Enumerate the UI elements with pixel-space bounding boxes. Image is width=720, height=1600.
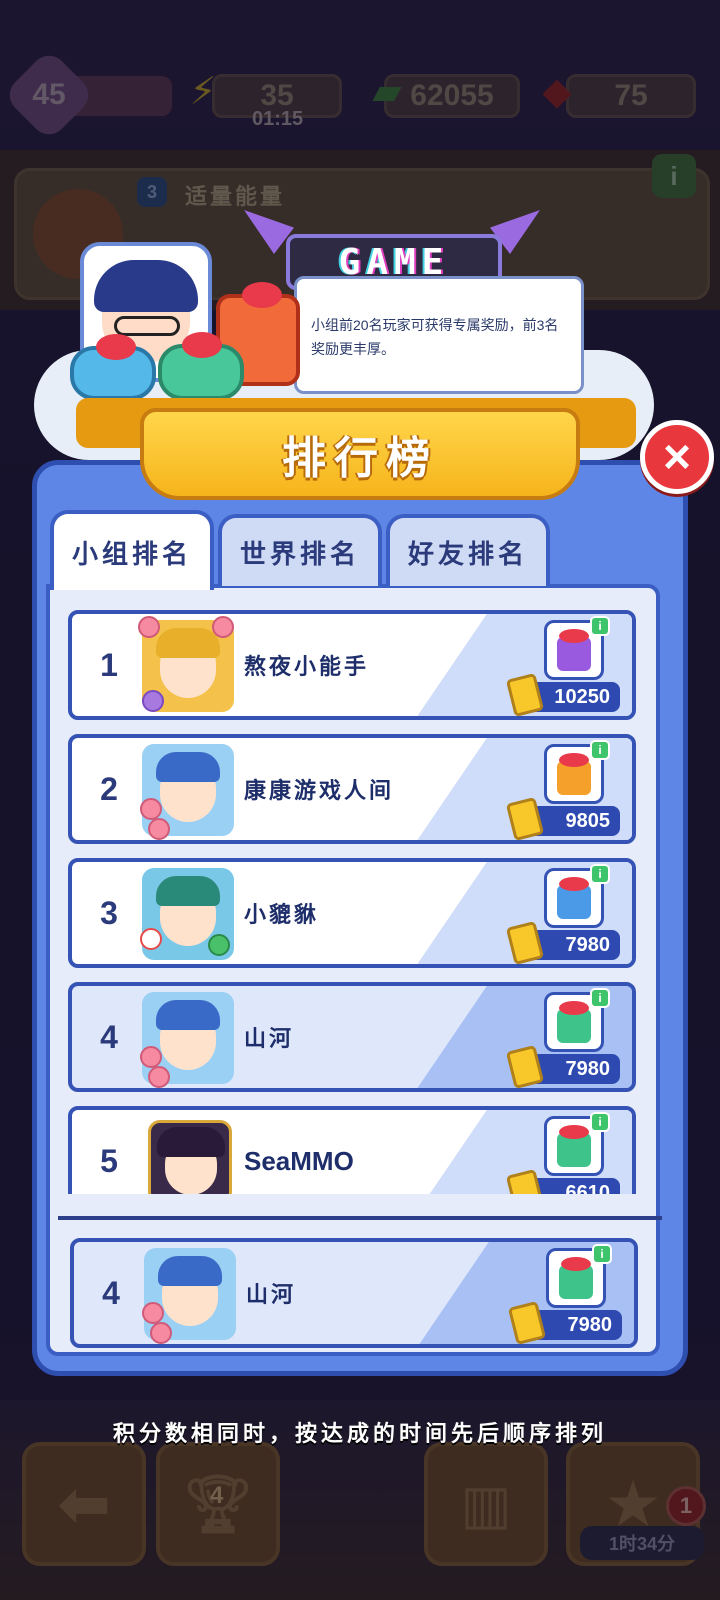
rank-number: 2 bbox=[100, 770, 118, 807]
bow-icon bbox=[559, 753, 589, 767]
avatar-hat bbox=[158, 1256, 222, 1286]
avatar-hair bbox=[157, 1127, 225, 1157]
avatar bbox=[140, 744, 234, 840]
info-icon[interactable]: i bbox=[590, 1112, 610, 1132]
player-name: 熬夜小能手 bbox=[244, 654, 370, 679]
bow-icon bbox=[559, 629, 589, 643]
tab-label: 小组排名 bbox=[71, 538, 192, 569]
close-button[interactable]: × bbox=[640, 420, 714, 494]
tab-label: 世界排名 bbox=[239, 538, 360, 569]
avatar-hat bbox=[156, 1000, 220, 1030]
player-name: 康康游戏人间 bbox=[244, 778, 395, 803]
my-ranking-row[interactable]: 4 山河 i 7980 bbox=[70, 1238, 638, 1348]
flower-icon bbox=[150, 1322, 172, 1344]
reward-info-bubble: 小组前20名玩家可获得专属奖励，前3名奖励更丰厚。 bbox=[294, 276, 584, 394]
ranking-row[interactable]: 1 熬夜小能手 i 10250 bbox=[68, 610, 636, 720]
ranking-row[interactable]: 5 SeaMMO i 6610 bbox=[68, 1106, 636, 1194]
watermelon-icon bbox=[208, 934, 230, 956]
grape-icon bbox=[142, 690, 164, 712]
rank-number: 4 bbox=[102, 1274, 120, 1311]
flower-icon bbox=[140, 798, 162, 820]
flower-icon bbox=[138, 616, 160, 638]
flower-icon bbox=[148, 818, 170, 840]
avatar bbox=[142, 1248, 236, 1344]
bow-icon bbox=[559, 1001, 589, 1015]
info-icon[interactable]: i bbox=[590, 616, 610, 636]
bow-icon bbox=[561, 1257, 591, 1271]
list-divider bbox=[58, 1216, 662, 1220]
bow-icon bbox=[559, 877, 589, 891]
player-name: 山河 bbox=[246, 1282, 297, 1307]
info-icon[interactable]: i bbox=[592, 1244, 612, 1264]
tab-group-rank[interactable]: 小组排名 bbox=[50, 510, 214, 590]
avatar-hat bbox=[156, 628, 220, 658]
bow-icon bbox=[242, 282, 282, 308]
bow-icon bbox=[182, 332, 222, 358]
avatar-hair bbox=[156, 876, 220, 906]
info-icon[interactable]: i bbox=[590, 988, 610, 1008]
flower-icon bbox=[148, 1066, 170, 1088]
bow-icon bbox=[96, 334, 136, 360]
tab-label: 好友排名 bbox=[407, 538, 528, 569]
ranking-row[interactable]: 2 康康游戏人间 i 9805 bbox=[68, 734, 636, 844]
player-name: SeaMMO bbox=[244, 1145, 354, 1176]
rank-number: 4 bbox=[100, 1018, 118, 1055]
player-name: 小貔貅 bbox=[244, 902, 320, 927]
popup-title: 排行榜 bbox=[282, 434, 438, 483]
ranking-list[interactable]: 1 熬夜小能手 i 10250 2 康康游戏人间 i 9805 3 小貔貅 i … bbox=[60, 598, 648, 1194]
ranking-row-self[interactable]: 4 山河 i 7980 bbox=[68, 982, 636, 1092]
tab-world-rank[interactable]: 世界排名 bbox=[218, 514, 382, 586]
bow-icon bbox=[559, 1125, 589, 1139]
rank-number: 1 bbox=[100, 646, 118, 683]
tab-friend-rank[interactable]: 好友排名 bbox=[386, 514, 550, 586]
lifebuoy-icon bbox=[140, 928, 162, 950]
flower-icon bbox=[140, 1046, 162, 1068]
reward-info-text: 小组前20名玩家可获得专属奖励，前3名奖励更丰厚。 bbox=[311, 317, 559, 357]
avatar-hair bbox=[94, 260, 198, 312]
avatar bbox=[140, 992, 234, 1088]
avatar-hat bbox=[156, 752, 220, 782]
avatar bbox=[148, 1120, 232, 1194]
rank-number: 5 bbox=[100, 1142, 118, 1179]
glasses-icon bbox=[114, 316, 180, 336]
avatar bbox=[138, 616, 234, 712]
title-ribbon: 排行榜 bbox=[140, 408, 580, 500]
close-icon: × bbox=[662, 430, 692, 484]
flower-icon bbox=[142, 1302, 164, 1324]
info-icon[interactable]: i bbox=[590, 740, 610, 760]
avatar bbox=[140, 868, 234, 960]
ranking-rule-note: 积分数相同时，按达成的时间先后顺序排列 bbox=[112, 1421, 607, 1446]
flower-icon bbox=[212, 616, 234, 638]
player-name: 山河 bbox=[244, 1026, 295, 1051]
player-avatar-with-gifts bbox=[66, 234, 302, 410]
rank-number: 3 bbox=[100, 894, 118, 931]
info-icon[interactable]: i bbox=[590, 864, 610, 884]
ranking-row[interactable]: 3 小貔貅 i 7980 bbox=[68, 858, 636, 968]
